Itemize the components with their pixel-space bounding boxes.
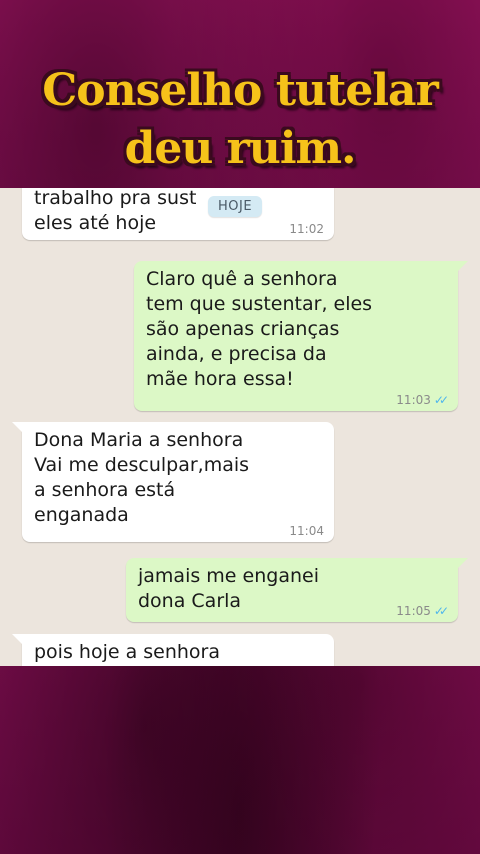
title-line-1: Conselho tutelar (42, 65, 439, 116)
message-bubble-outgoing[interactable]: jamais me enganei dona Carla 11:05 ✓✓ (126, 558, 458, 622)
message-bubble-incoming[interactable]: Dona Maria a senhora Vai me desculpar,ma… (22, 422, 334, 542)
bubble-tail (458, 558, 468, 568)
video-title-caption: Conselho tutelar deu ruim. (0, 62, 480, 178)
message-text: pois hoje a senhora (34, 641, 221, 663)
message-bubble-incoming[interactable]: pois hoje a senhora (22, 634, 334, 666)
message-meta: 11:05 ✓✓ (396, 604, 449, 618)
message-time: 11:03 (396, 393, 431, 407)
message-time: 11:02 (289, 222, 324, 236)
date-divider-chip: HOJE (208, 196, 263, 217)
message-text: trabalho pra sust eles até hoje (34, 188, 197, 234)
message-bubble-incoming[interactable]: trabalho pra sust eles até hoje 11:02 (22, 188, 334, 240)
chat-conversation[interactable]: trabalho pra sust eles até hoje 11:02 HO… (0, 188, 480, 666)
double-check-icon: ✓✓ (433, 393, 449, 407)
message-time: 11:04 (289, 524, 324, 538)
double-check-icon: ✓✓ (433, 604, 449, 618)
bubble-tail (12, 634, 22, 644)
bubble-tail (12, 422, 22, 432)
message-time: 11:05 (396, 604, 431, 618)
bubble-tail (458, 261, 468, 271)
message-bubble-outgoing[interactable]: Claro quê a senhora tem que sustentar, e… (134, 261, 458, 411)
message-text: Dona Maria a senhora Vai me desculpar,ma… (34, 429, 250, 526)
message-meta: 11:03 ✓✓ (396, 393, 449, 407)
title-line-2: deu ruim. (124, 123, 357, 174)
message-text: Claro quê a senhora tem que sustentar, e… (146, 268, 373, 390)
